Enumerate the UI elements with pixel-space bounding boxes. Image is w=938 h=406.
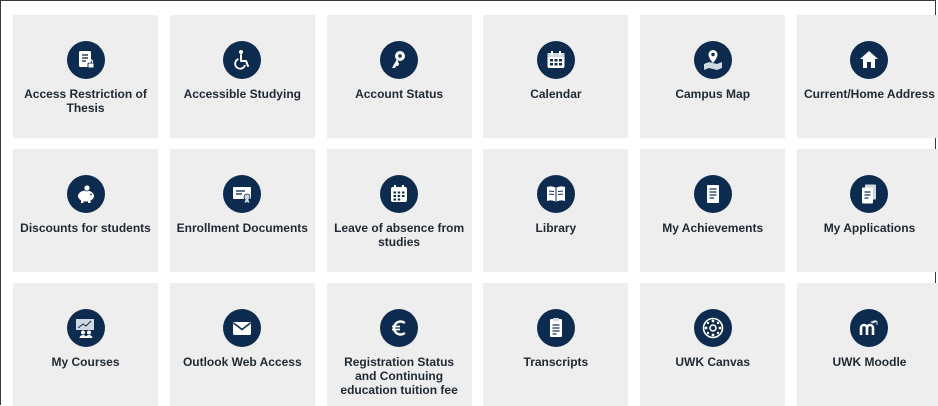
tile-label: My Applications bbox=[823, 221, 916, 235]
key-icon bbox=[380, 41, 419, 79]
tile-label: Access Restriction of Thesis bbox=[24, 87, 147, 115]
tile-label: UWK Canvas bbox=[675, 355, 751, 369]
calendar-grid-icon bbox=[380, 175, 419, 213]
tile-label: UWK Moodle bbox=[832, 355, 907, 369]
tile-campus-map[interactable]: Campus Map bbox=[640, 15, 786, 138]
tile-my-applications[interactable]: My Applications bbox=[796, 149, 938, 272]
tile-label: Transcripts bbox=[523, 355, 589, 369]
map-pin-icon bbox=[693, 41, 732, 79]
tile-label: Current/Home Address bbox=[804, 87, 935, 101]
book-icon bbox=[536, 175, 575, 213]
canvas-logo-icon bbox=[693, 309, 732, 347]
tile-label: Discounts for students bbox=[20, 221, 151, 235]
calendar-icon bbox=[536, 41, 575, 79]
tile-calendar[interactable]: Calendar bbox=[483, 15, 629, 138]
tile-registration-status[interactable]: Registration Status and Continuing educa… bbox=[326, 283, 472, 406]
services-grid: Access Restriction of Thesis Accessible … bbox=[13, 15, 938, 406]
presentation-group-icon bbox=[66, 309, 105, 347]
tile-label: Campus Map bbox=[675, 87, 751, 101]
tile-label: Leave of absence from studies bbox=[334, 221, 465, 249]
tile-label: Registration Status and Continuing educa… bbox=[340, 355, 458, 397]
tile-my-achievements[interactable]: My Achievements bbox=[640, 149, 786, 272]
euro-icon bbox=[380, 309, 419, 347]
tile-discounts-for-students[interactable]: Discounts for students bbox=[13, 149, 158, 272]
tile-label: Account Status bbox=[355, 87, 444, 101]
tile-enrollment-documents[interactable]: Enrollment Documents bbox=[169, 149, 315, 272]
tile-label: Enrollment Documents bbox=[176, 221, 308, 235]
tile-label: Library bbox=[535, 221, 577, 235]
tile-label: Accessible Studying bbox=[183, 87, 301, 101]
document-list-icon bbox=[693, 175, 732, 213]
envelope-icon bbox=[223, 309, 262, 347]
tile-account-status[interactable]: Account Status bbox=[326, 15, 472, 138]
tile-uwk-moodle[interactable]: UWK Moodle bbox=[796, 283, 938, 406]
piggy-bank-icon bbox=[66, 175, 105, 213]
tile-leave-of-absence[interactable]: Leave of absence from studies bbox=[326, 149, 472, 272]
document-lock-icon bbox=[66, 41, 105, 79]
transcript-icon bbox=[536, 309, 575, 347]
tile-transcripts[interactable]: Transcripts bbox=[483, 283, 629, 406]
tile-access-restriction-of-thesis[interactable]: Access Restriction of Thesis bbox=[13, 15, 158, 138]
tile-label: Calendar bbox=[530, 87, 582, 101]
home-icon bbox=[850, 41, 889, 79]
tile-library[interactable]: Library bbox=[483, 149, 629, 272]
tile-label: My Achievements bbox=[662, 221, 764, 235]
tile-label: Outlook Web Access bbox=[182, 355, 302, 369]
wheelchair-icon bbox=[223, 41, 262, 79]
tile-accessible-studying[interactable]: Accessible Studying bbox=[169, 15, 315, 138]
tile-label: My Courses bbox=[51, 355, 120, 369]
document-stack-icon bbox=[850, 175, 889, 213]
moodle-logo-icon bbox=[850, 309, 889, 347]
tile-outlook-web-access[interactable]: Outlook Web Access bbox=[169, 283, 315, 406]
certificate-icon bbox=[223, 175, 262, 213]
tile-my-courses[interactable]: My Courses bbox=[13, 283, 158, 406]
tile-current-home-address[interactable]: Current/Home Address bbox=[796, 15, 938, 138]
tile-uwk-canvas[interactable]: UWK Canvas bbox=[640, 283, 786, 406]
